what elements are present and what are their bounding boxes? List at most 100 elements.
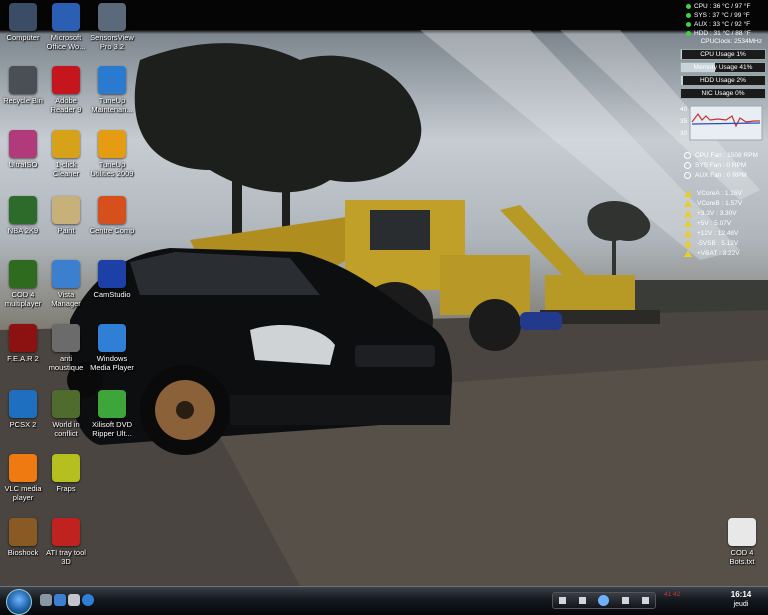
fan-row: CPU Fan : 1508 RPM — [680, 150, 766, 160]
clock-time: 16:14 — [730, 590, 752, 599]
usage-label: HDD Usage 2% — [700, 77, 746, 84]
voltage-row: +12V : 12.48V — [680, 228, 766, 238]
media-player-icon — [98, 324, 126, 352]
world-in-conflict-icon — [52, 390, 80, 418]
fraps-icon — [52, 454, 80, 482]
usage-bar-fill — [681, 50, 682, 59]
media-next-icon[interactable] — [622, 597, 630, 604]
warning-icon — [684, 209, 692, 217]
desktop-icon-label: Xilisoft DVD Ripper Ult... — [91, 420, 132, 438]
desktop-icon-label: COD 4 Bots.txt — [729, 548, 755, 566]
media-prev-icon[interactable] — [578, 597, 586, 604]
status-dot-icon — [686, 4, 691, 9]
voltage-label: -5VSB : 5.12V — [697, 239, 739, 247]
tuneup-maintenance-icon — [98, 66, 126, 94]
temperature-list: CPU : 36 °C / 97 °F SYS : 37 °C / 99 °F AU… — [680, 2, 766, 38]
temperature-row: SYS : 37 °C / 99 °F — [680, 11, 766, 20]
voltage-label: +5V : 5.07V — [697, 219, 732, 227]
fan-icon — [684, 171, 691, 179]
cleaner-icon — [52, 130, 80, 158]
graph-tick-top: 40 — [680, 106, 688, 113]
voltage-row: VCoreB : 1.57V — [680, 198, 766, 208]
warning-icon — [684, 229, 692, 237]
text-file-icon — [728, 518, 756, 546]
temperature-label: AUX : 33 °C / 92 °F — [694, 21, 751, 28]
desktop-icon[interactable]: Windows Media Player — [81, 324, 143, 372]
desktop-icon[interactable]: COD 4 Bots.txt — [711, 518, 768, 566]
fan-icon — [684, 151, 691, 159]
fan-list: CPU Fan : 1508 RPM SYS Fan : 0 RPM AUX Fan… — [680, 150, 766, 180]
desktop-icon[interactable]: CamStudio — [81, 260, 143, 299]
desktop-icon-label: ATI tray tool 3D — [46, 548, 86, 566]
desktop-icon[interactable]: Fraps — [35, 454, 97, 493]
warning-icon — [684, 189, 692, 197]
status-dot-icon — [686, 22, 691, 27]
vlc-icon — [9, 454, 37, 482]
usage-bar: Memory Usage 41% — [680, 62, 766, 73]
cod4-icon — [9, 260, 37, 288]
media-volume-icon[interactable] — [641, 597, 649, 604]
fear2-icon — [9, 324, 37, 352]
voltage-row: -5VSB : 5.12V — [680, 238, 766, 248]
voltage-label: +VBAT : 3.22V — [697, 249, 740, 257]
desktop-icon[interactable]: TuneUp Maintenan... — [81, 66, 143, 114]
usage-bar: NIC Usage 0% — [680, 88, 766, 99]
start-button[interactable] — [6, 589, 32, 615]
anti-mosquito-icon — [52, 324, 80, 352]
computer-icon — [9, 3, 37, 31]
system-tray[interactable]: 41 42 — [664, 591, 702, 611]
internet-explorer-icon[interactable] — [82, 594, 94, 606]
system-monitor-gadget[interactable]: CPU : 36 °C / 97 °F SYS : 37 °C / 99 °F AU… — [680, 2, 766, 258]
tuneup-utilities-icon — [98, 130, 126, 158]
camstudio-icon — [98, 260, 126, 288]
graph-tick-mid: 35 — [680, 118, 688, 125]
status-dot-icon — [686, 13, 691, 18]
desktop-icon-label: Windows Media Player — [90, 354, 134, 372]
switch-windows-icon[interactable] — [54, 594, 66, 606]
control-center-icon — [98, 196, 126, 224]
ati-tray-icon — [52, 518, 80, 546]
desktop-icon[interactable]: ATI tray tool 3D — [35, 518, 97, 566]
recycle-bin-icon — [9, 66, 37, 94]
ultraiso-icon — [9, 130, 37, 158]
warning-icon — [684, 199, 692, 207]
warning-icon — [684, 239, 692, 247]
voltage-row: +3.3V : 3.30V — [680, 208, 766, 218]
taskbar: 41 42 16:14 jeudi — [0, 586, 768, 615]
voltage-list: VCoreA : 1.15V VCoreB : 1.57V +3.3V : 3.30… — [680, 188, 766, 258]
desktop-icon[interactable]: TuneUp Utilities 2009 — [81, 130, 143, 178]
desktop-icon-label: Centre Comp — [89, 226, 135, 235]
desktop-icon[interactable]: Xilisoft DVD Ripper Ult... — [81, 390, 143, 438]
warning-icon — [684, 219, 692, 227]
pcsx2-icon — [9, 390, 37, 418]
show-desktop-icon[interactable] — [40, 594, 52, 606]
word-icon — [52, 3, 80, 31]
vista-manager-icon — [52, 260, 80, 288]
taskbar-clock[interactable]: 16:14 jeudi — [718, 590, 764, 610]
fan-icon — [684, 161, 691, 169]
desktop-icon-label: CamStudio — [93, 290, 131, 299]
cpu-clock-label: CPUClock: 2534MHz — [700, 38, 762, 45]
usage-label: Memory Usage 41% — [693, 64, 753, 71]
desktop-icon[interactable]: SensorsView Pro 3.2 — [81, 3, 143, 51]
xilisoft-icon — [98, 390, 126, 418]
graph-tick-bottom: 30 — [680, 130, 688, 137]
desktop-icon-label: TuneUp Utilities 2009 — [90, 160, 134, 178]
usage-bar-fill — [681, 76, 683, 85]
voltage-row: +5V : 5.07V — [680, 218, 766, 228]
usage-bar: HDD Usage 2% — [680, 75, 766, 86]
sensors-icon — [98, 3, 126, 31]
voltage-label: VCoreA : 1.15V — [697, 189, 742, 197]
quicklaunch-app-icon[interactable] — [68, 594, 80, 606]
voltage-row: VCoreA : 1.15V — [680, 188, 766, 198]
fan-label: SYS Fan : 0 RPM — [695, 161, 747, 169]
media-stop-icon[interactable] — [559, 597, 567, 604]
media-player-toolbar[interactable] — [552, 592, 656, 609]
status-dot-icon — [686, 31, 691, 36]
desktop-icon[interactable]: Centre Comp — [81, 196, 143, 235]
desktop-icon-label: SensorsView Pro 3.2 — [90, 33, 134, 51]
media-play-icon[interactable] — [598, 595, 610, 606]
temperature-graph: 40 35 30 — [680, 104, 766, 142]
usage-label: NIC Usage 0% — [701, 90, 745, 97]
temperature-label: SYS : 37 °C / 99 °F — [694, 12, 750, 19]
